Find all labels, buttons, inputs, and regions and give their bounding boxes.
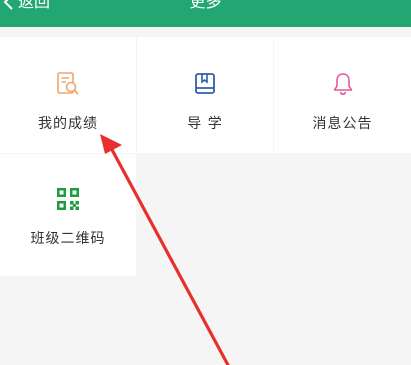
book-icon	[195, 73, 215, 94]
study-guide-label: 导 学	[187, 116, 223, 132]
bell-icon	[333, 73, 352, 96]
my-grades-tile[interactable]: 我的成绩	[0, 37, 136, 153]
report-search-icon	[57, 72, 79, 95]
announcements-label: 消息公告	[312, 116, 373, 132]
qr-code-icon	[57, 188, 79, 210]
class-qr-code-tile[interactable]: 班级二维码	[0, 154, 136, 276]
my-grades-label: 我的成绩	[38, 116, 98, 132]
announcements-tile[interactable]: 消息公告	[274, 37, 411, 153]
page-title: 更多	[189, 0, 222, 11]
top-bar: 返回 更多	[0, 0, 411, 27]
study-guide-tile[interactable]: 导 学	[137, 37, 273, 153]
class-qr-code-label: 班级二维码	[30, 231, 106, 247]
